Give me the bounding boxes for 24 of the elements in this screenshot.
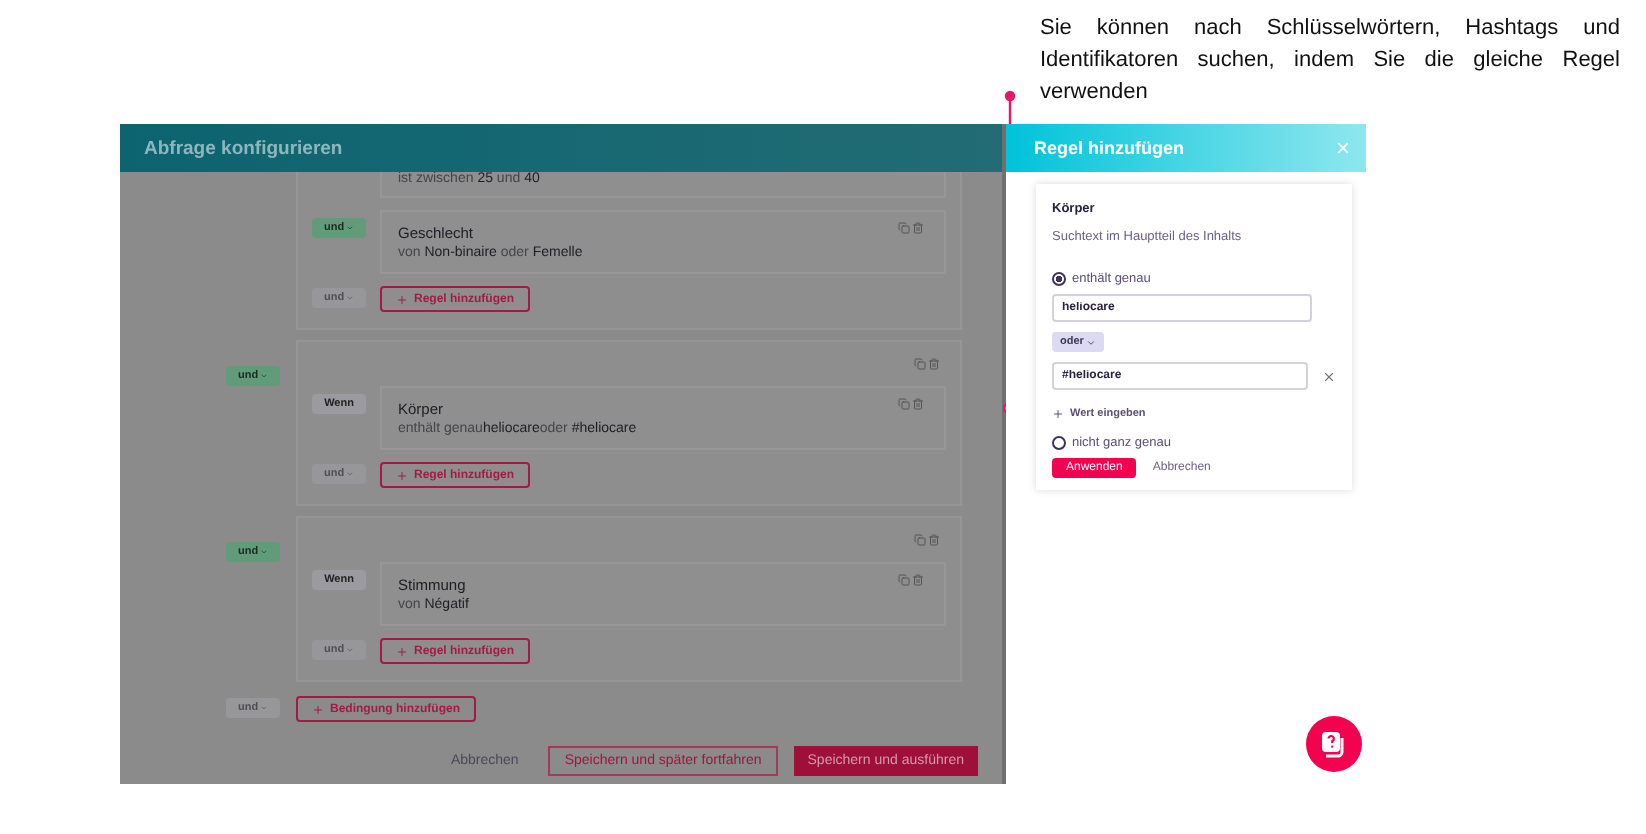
help-button[interactable] bbox=[1306, 716, 1362, 772]
copy-icon[interactable] bbox=[914, 358, 926, 374]
trash-icon[interactable] bbox=[912, 574, 924, 586]
remove-icon[interactable] bbox=[1322, 369, 1336, 383]
copy-icon[interactable] bbox=[898, 398, 910, 410]
copy-icon[interactable] bbox=[898, 222, 910, 234]
trash-icon[interactable] bbox=[928, 358, 940, 374]
plus-icon bbox=[396, 469, 408, 481]
help-icon bbox=[1320, 730, 1348, 758]
chevron-icon bbox=[1085, 337, 1096, 347]
dialog-title: Abfrage konfigurieren bbox=[144, 137, 343, 159]
trash-icon[interactable] bbox=[928, 534, 940, 550]
plus-icon bbox=[396, 645, 408, 657]
trash-icon[interactable] bbox=[912, 398, 924, 410]
trash-icon[interactable] bbox=[912, 222, 924, 234]
radio-icon[interactable] bbox=[1052, 272, 1066, 286]
panel-title: Regel hinzufügen bbox=[1034, 138, 1184, 158]
plus-icon bbox=[396, 293, 408, 305]
annotation-text: Sie können nach Schlüsselwörtern, Hashtags und Identifikatoren suchen, indem Sie die gleiche Regel verwenden bbox=[1040, 14, 1620, 108]
plus-icon bbox=[1052, 408, 1064, 420]
copy-icon[interactable] bbox=[898, 574, 910, 586]
plus-icon bbox=[312, 703, 324, 715]
copy-icon[interactable] bbox=[914, 534, 926, 550]
radio-icon[interactable] bbox=[1052, 436, 1066, 450]
